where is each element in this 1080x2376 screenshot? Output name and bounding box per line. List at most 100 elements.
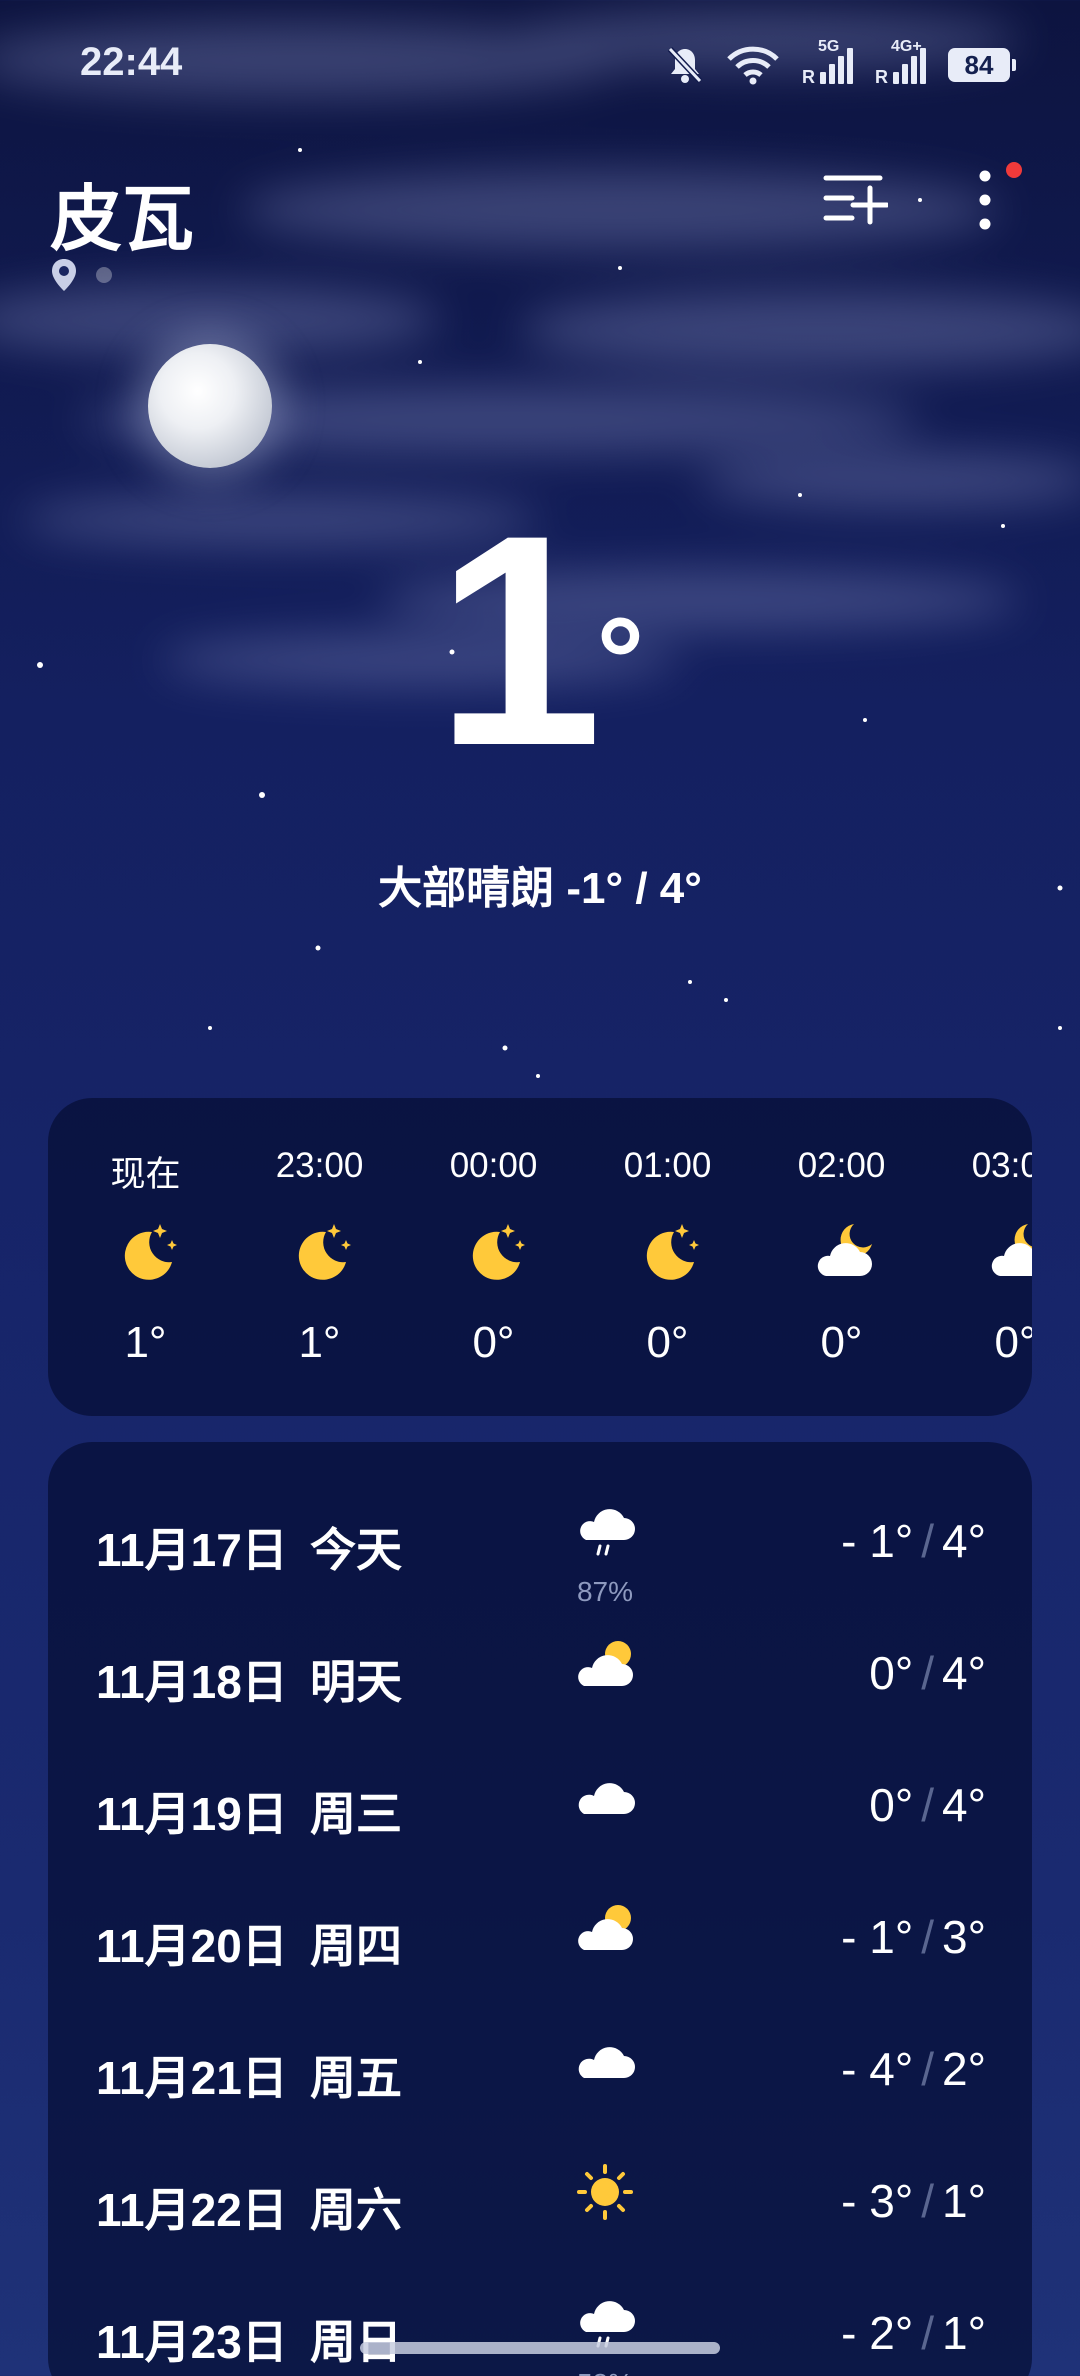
temp-separator: / bbox=[921, 2307, 935, 2359]
current-temperature: 1° bbox=[0, 490, 1080, 790]
hourly-item: 01:00 0° bbox=[580, 1098, 755, 1416]
daily-weekday: 周五 bbox=[310, 2052, 402, 2104]
hourly-temp: 0° bbox=[646, 1318, 689, 1367]
daily-low: - 2° bbox=[841, 2307, 914, 2359]
temp-separator: / bbox=[921, 1515, 935, 1567]
weather-summary: 大部晴朗 -1° / 4° bbox=[378, 864, 702, 913]
cloud-moon-icon bbox=[808, 1218, 876, 1286]
daily-temp-range: - 1°/3° bbox=[841, 1910, 986, 1964]
temp-separator: / bbox=[921, 2043, 935, 2095]
daily-temp-range: - 4°/2° bbox=[841, 2042, 986, 2096]
signal-4g-icon: 4G+ R bbox=[875, 38, 926, 87]
daily-row[interactable]: 11月18日 明天 0°/4° bbox=[48, 1604, 1032, 1736]
daily-high: 3° bbox=[942, 1911, 986, 1963]
location-pin-icon bbox=[52, 259, 76, 291]
temp-separator: / bbox=[921, 1779, 935, 1831]
daily-weekday: 明天 bbox=[310, 1656, 402, 1708]
hourly-item: 03:00 0° bbox=[928, 1098, 1032, 1416]
daily-high: 4° bbox=[942, 1647, 986, 1699]
wifi-icon bbox=[727, 46, 779, 85]
moon-stars-icon bbox=[634, 1218, 702, 1286]
daily-weekday: 今天 bbox=[310, 1524, 402, 1576]
daily-date: 11月23日 bbox=[96, 2316, 288, 2368]
hourly-time: 03:00 bbox=[971, 1146, 1032, 1185]
temp-separator: / bbox=[921, 1647, 935, 1699]
sun-icon bbox=[570, 2162, 640, 2222]
hourly-time: 01:00 bbox=[623, 1146, 712, 1185]
sim2-network: 4G+ bbox=[891, 38, 922, 55]
daily-high: 2° bbox=[942, 2043, 986, 2095]
hourly-temp: 0° bbox=[820, 1318, 863, 1367]
daily-temp-range: - 1°/4° bbox=[841, 1514, 986, 1568]
hourly-item: 02:00 0° bbox=[754, 1098, 929, 1416]
daily-high: 4° bbox=[942, 1779, 986, 1831]
daily-weekday: 周日 bbox=[310, 2316, 402, 2368]
moon-stars-icon bbox=[460, 1218, 528, 1286]
hourly-time: 00:00 bbox=[449, 1146, 538, 1185]
daily-weekday: 周四 bbox=[310, 1920, 402, 1972]
daily-row[interactable]: 11月22日 周六 - 3°/1° bbox=[48, 2132, 1032, 2264]
daily-low: 0° bbox=[869, 1647, 914, 1699]
moon-stars-icon bbox=[286, 1218, 354, 1286]
home-indicator[interactable] bbox=[360, 2342, 720, 2354]
partly-cloudy-icon bbox=[570, 1634, 640, 1694]
hourly-time: 现在 bbox=[110, 1155, 181, 1194]
hourly-forecast[interactable]: 现在 1° 23:00 1° 00:00 0° 01:00 0° 02:00 0° 03:00 0° bbox=[48, 1098, 1032, 1416]
daily-row[interactable]: 11月19日 周三 0°/4° bbox=[48, 1736, 1032, 1868]
add-city-icon[interactable] bbox=[822, 168, 888, 228]
daily-row[interactable]: 11月23日周日 58% - 2°/1° bbox=[48, 2264, 1032, 2376]
temp-separator: / bbox=[921, 2175, 935, 2227]
daily-date: 11月18日 bbox=[96, 1656, 288, 1708]
daily-weekday: 周三 bbox=[310, 1788, 402, 1840]
moon-stars-icon bbox=[112, 1218, 180, 1286]
daily-date: 11月21日 bbox=[96, 2052, 288, 2104]
daily-date: 11月19日 bbox=[96, 1788, 288, 1840]
daily-temp-range: 0°/4° bbox=[869, 1778, 986, 1832]
cloud-icon bbox=[570, 2030, 640, 2090]
hourly-temp: 0° bbox=[472, 1318, 515, 1367]
hourly-temp: 1° bbox=[298, 1318, 341, 1367]
rain-cloud-icon bbox=[570, 1502, 640, 1562]
sim1-label: R bbox=[802, 67, 815, 87]
hourly-time: 23:00 bbox=[275, 1146, 364, 1185]
signal-5g-icon: 5G R bbox=[802, 38, 853, 87]
daily-low: - 1° bbox=[841, 1515, 914, 1567]
daily-temp-range: - 2°/1° bbox=[841, 2306, 986, 2360]
hourly-item: 00:00 0° bbox=[406, 1098, 581, 1416]
daily-row[interactable]: 11月17日 今天 87% - 1°/4° bbox=[48, 1472, 1032, 1607]
page-dot bbox=[96, 267, 112, 283]
city-name[interactable]: 皮瓦 bbox=[50, 160, 194, 265]
daily-high: 4° bbox=[942, 1515, 986, 1567]
daily-high: 1° bbox=[942, 2175, 986, 2227]
battery-indicator: 84 bbox=[948, 48, 1016, 82]
bell-off-icon bbox=[667, 46, 703, 84]
status-icons: 5G R 4G+ R 84 bbox=[666, 38, 1016, 90]
hourly-temp: 1° bbox=[124, 1318, 167, 1367]
daily-low: - 1° bbox=[841, 1911, 914, 1963]
sim1-network: 5G bbox=[818, 38, 840, 55]
current-temperature-value: 1 bbox=[435, 472, 603, 808]
daily-low: 0° bbox=[869, 1779, 914, 1831]
daily-row[interactable]: 11月20日 周四 - 1°/3° bbox=[48, 1868, 1032, 2000]
page-indicator bbox=[50, 258, 112, 292]
degree-symbol: ° bbox=[596, 593, 645, 727]
daily-date: 11月20日 bbox=[96, 1920, 288, 1972]
daily-low: - 3° bbox=[841, 2175, 914, 2227]
hourly-item: 现在 1° bbox=[58, 1098, 233, 1416]
precipitation-chance: 58% bbox=[560, 2368, 650, 2376]
sim2-label: R bbox=[875, 67, 888, 87]
daily-forecast[interactable]: 11月17日 今天 87% - 1°/4° 11月18日 明天 0°/4° 11月19日 周三 0… bbox=[48, 1442, 1032, 2376]
hourly-temp: 0° bbox=[994, 1318, 1032, 1367]
daily-weekday: 周六 bbox=[310, 2184, 402, 2236]
hourly-time: 02:00 bbox=[797, 1146, 886, 1185]
more-vertical-icon[interactable] bbox=[965, 168, 1005, 232]
hourly-item: 23:00 1° bbox=[232, 1098, 407, 1416]
daily-temp-range: - 3°/1° bbox=[841, 2174, 986, 2228]
temp-separator: / bbox=[921, 1911, 935, 1963]
partly-cloudy-icon bbox=[570, 1898, 640, 1958]
daily-row[interactable]: 11月21日 周五 - 4°/2° bbox=[48, 2000, 1032, 2132]
moon-image bbox=[148, 344, 272, 468]
status-time: 22:44 bbox=[80, 40, 183, 84]
cloud-moon-icon bbox=[982, 1218, 1032, 1286]
status-bar: 22:44 5G R 4G+ R 84 bbox=[0, 0, 1080, 130]
